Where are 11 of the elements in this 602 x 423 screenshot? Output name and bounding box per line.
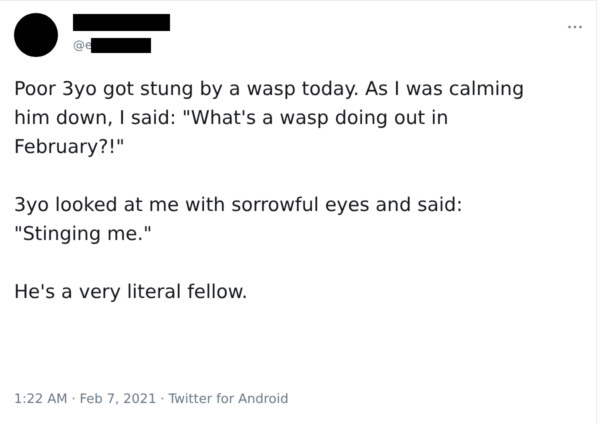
tweet-text: He's a very literal fellow. <box>14 280 249 305</box>
more-options-icon[interactable] <box>568 25 582 29</box>
tweet-text: Poor 3yo got stung by a wasp today. As I was calming him down, I said: "What's a wasp doing out in February?!" <box>14 77 526 160</box>
user-handle: @e <box>73 37 92 53</box>
tweet-source[interactable]: Twitter for Android <box>168 392 288 407</box>
tweet-time[interactable]: 1:22 AM <box>14 392 68 407</box>
avatar[interactable] <box>14 13 58 57</box>
tweet-text: 3yo looked at me with sorrowful eyes and said: "Stinging me." <box>14 193 464 247</box>
separator-dot: · <box>160 392 164 407</box>
separator-dot: · <box>71 392 76 407</box>
tweet-date[interactable]: Feb 7, 2021 <box>80 392 156 407</box>
